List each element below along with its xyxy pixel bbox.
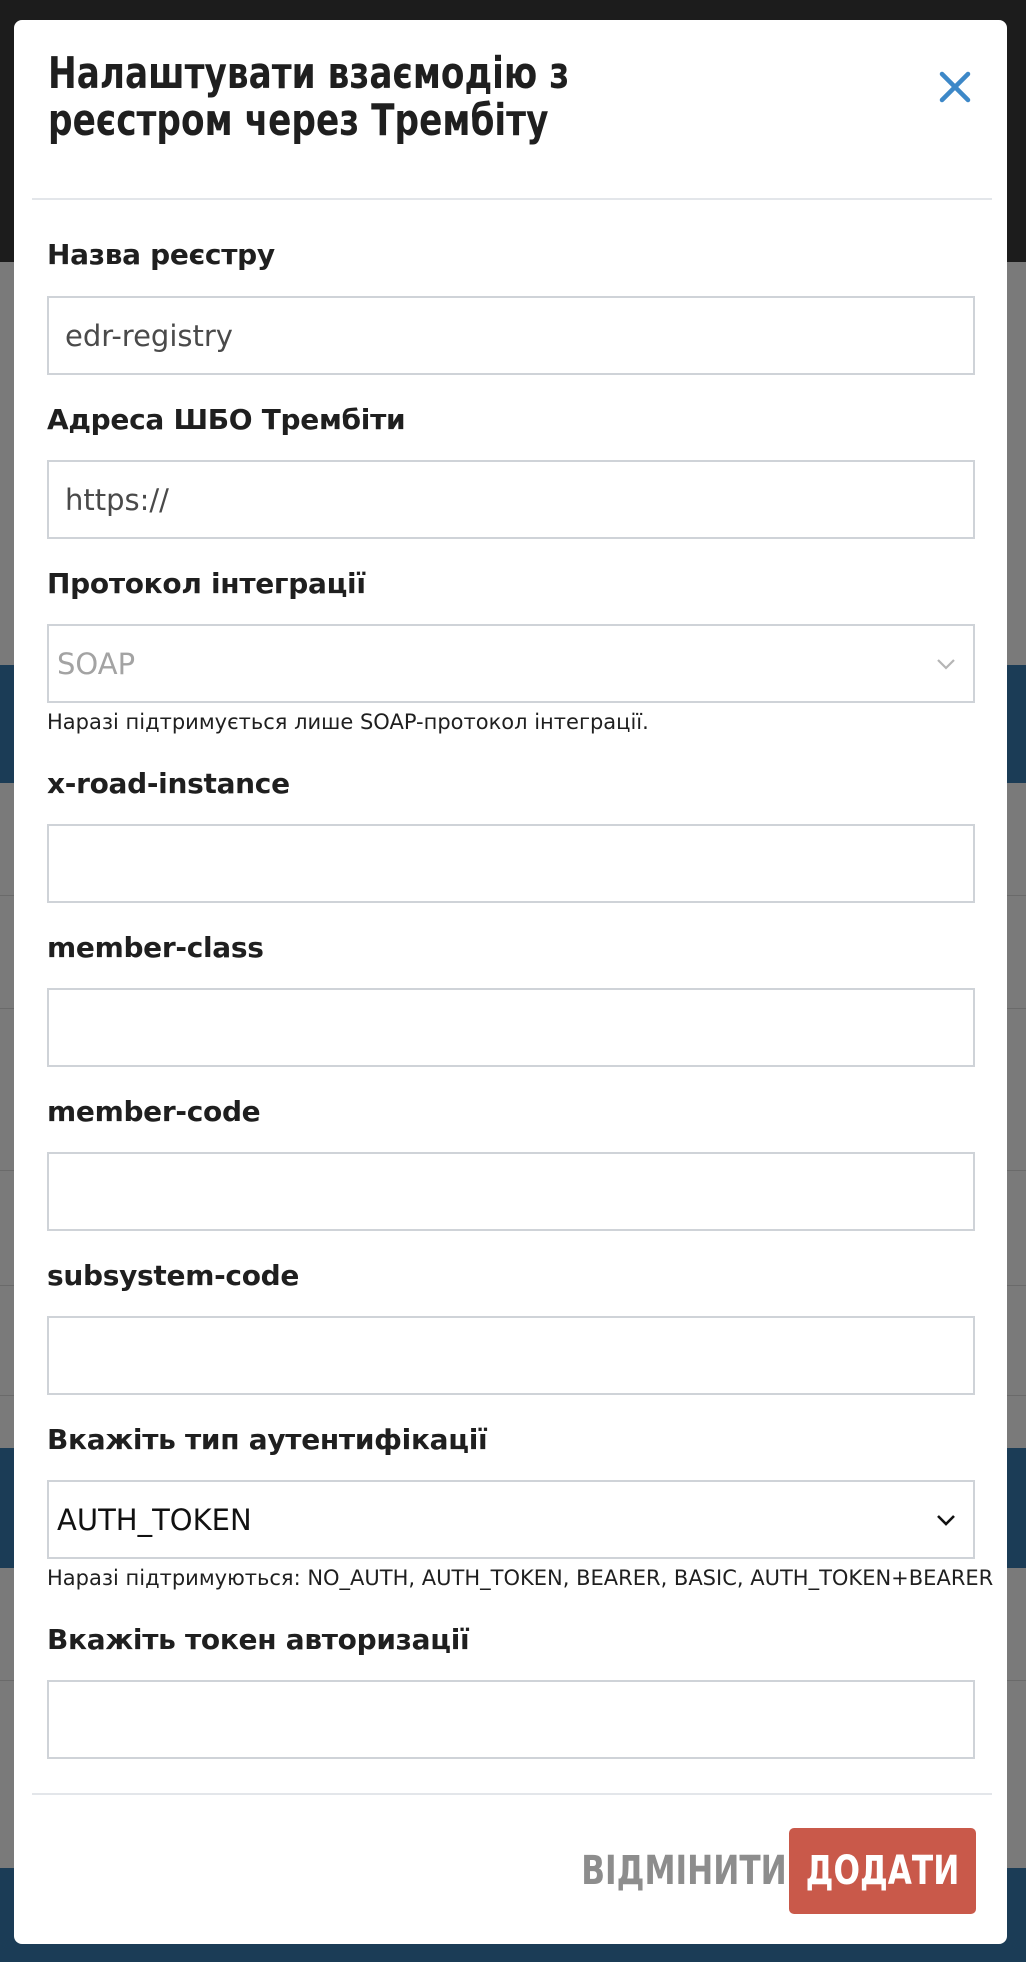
auth-type-selected-value: AUTH_TOKEN <box>57 1502 252 1537</box>
trembita-address-label: Адреса ШБО Трембіти <box>47 403 406 436</box>
auth-token-label: Вкажіть токен авторизації <box>47 1623 470 1656</box>
auth-type-hint: Наразі підтримуються: NO_AUTH, AUTH_TOKE… <box>47 1566 994 1590</box>
protocol-selected-value: SOAP <box>57 646 136 681</box>
x-road-instance-input[interactable] <box>47 824 975 903</box>
auth-token-input[interactable] <box>47 1680 975 1759</box>
protocol-select: SOAP <box>47 624 975 703</box>
registry-name-label: Назва реєстру <box>47 238 275 271</box>
add-button-label: ДОДАТИ <box>805 1848 960 1894</box>
subsystem-code-input[interactable] <box>47 1316 975 1395</box>
trembita-registry-modal: Налаштувати взаємодію з реєстром через Т… <box>14 20 1007 1944</box>
member-class-label: member-class <box>47 931 264 964</box>
footer-divider <box>32 1793 992 1795</box>
auth-type-select[interactable]: AUTH_TOKEN <box>47 1480 975 1559</box>
add-button[interactable]: ДОДАТИ <box>789 1828 976 1914</box>
auth-type-label: Вкажіть тип аутентифікації <box>47 1423 488 1456</box>
cancel-button[interactable]: ВІДМІНИТИ <box>581 1828 786 1914</box>
member-code-input[interactable] <box>47 1152 975 1231</box>
protocol-hint: Наразі підтримується лише SOAP-протокол … <box>47 710 649 734</box>
trembita-address-value: https:// <box>65 482 169 517</box>
protocol-label: Протокол інтеграції <box>47 567 366 600</box>
trembita-address-input[interactable]: https:// <box>47 460 975 539</box>
modal-title: Налаштувати взаємодію з реєстром через Т… <box>48 48 570 146</box>
member-class-input[interactable] <box>47 988 975 1067</box>
registry-name-value: edr-registry <box>65 318 233 353</box>
close-button[interactable] <box>930 64 980 114</box>
member-code-label: member-code <box>47 1095 261 1128</box>
chevron-down-icon <box>931 1505 961 1535</box>
registry-name-input[interactable]: edr-registry <box>47 296 975 375</box>
x-road-instance-label: x-road-instance <box>47 767 290 800</box>
chevron-down-icon <box>931 649 961 679</box>
modal-header: Налаштувати взаємодію з реєстром через Т… <box>32 20 992 200</box>
subsystem-code-label: subsystem-code <box>47 1259 300 1292</box>
close-icon <box>938 70 972 109</box>
